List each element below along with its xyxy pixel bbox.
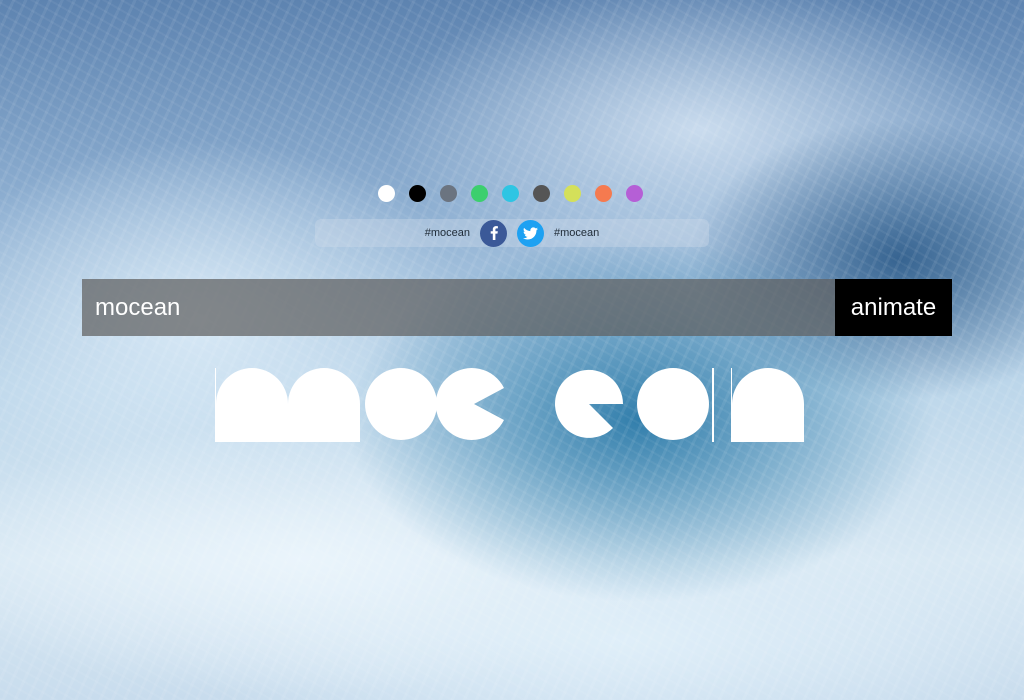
facebook-icon [490, 226, 498, 240]
logo-letter-m [216, 368, 360, 442]
logo-letter-a [637, 368, 709, 440]
logo-letter-n [732, 368, 804, 442]
color-swatch-green[interactable] [471, 185, 488, 202]
logo-a-stroke [712, 368, 714, 442]
color-swatch-cyan[interactable] [502, 185, 519, 202]
logo-letter-e [555, 369, 624, 438]
logo-n-stroke [731, 368, 732, 442]
color-swatches [378, 185, 643, 202]
color-swatch-white[interactable] [378, 185, 395, 202]
color-swatch-orange[interactable] [595, 185, 612, 202]
logo-m-stroke [215, 368, 216, 442]
ocean-background [0, 0, 1024, 700]
color-swatch-lime[interactable] [564, 185, 581, 202]
twitter-hashtag: #mocean [554, 227, 600, 239]
color-swatch-slate[interactable] [440, 185, 457, 202]
color-swatch-dark-gray[interactable] [533, 185, 550, 202]
mocean-logo [215, 368, 804, 442]
logo-letter-c [435, 368, 504, 440]
color-swatch-black[interactable] [409, 185, 426, 202]
twitter-icon [523, 226, 538, 239]
logo-letter-o [365, 368, 437, 440]
twitter-share-button[interactable] [517, 219, 544, 247]
text-input[interactable] [82, 279, 835, 336]
facebook-hashtag: #mocean [424, 227, 470, 239]
animate-button[interactable]: animate [835, 279, 952, 336]
social-share-bar: #mocean #mocean [315, 219, 709, 247]
text-input-bar: animate [82, 279, 952, 336]
facebook-share-button[interactable] [480, 219, 507, 247]
color-swatch-purple[interactable] [626, 185, 643, 202]
